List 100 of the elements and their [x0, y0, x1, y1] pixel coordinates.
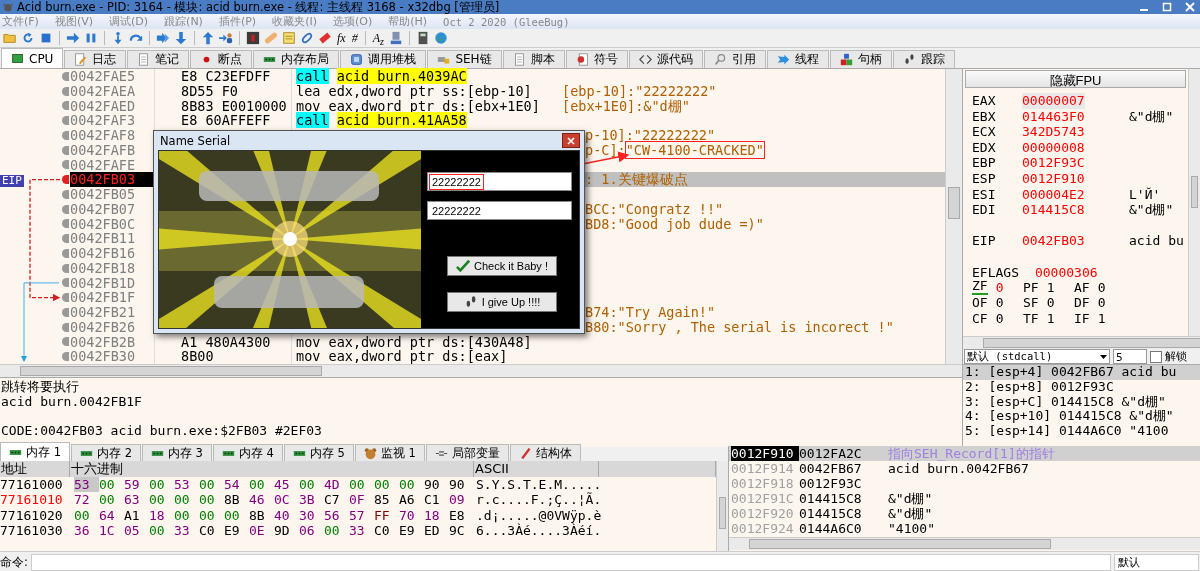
convention-dropdown[interactable]: 默认 (stdcall)	[964, 349, 1110, 364]
tab[interactable]: 监视 1	[354, 444, 425, 461]
stack-comment: acid burn.0042FB67	[887, 461, 1030, 476]
argument-row[interactable]: 4: [esp+10] 014415C8 &"d棚"	[963, 409, 1200, 425]
user-arrow-icon[interactable]	[219, 31, 233, 45]
note-icon[interactable]	[282, 31, 296, 45]
toolbar-button[interactable]: #	[349, 30, 360, 46]
scrollbar[interactable]	[1188, 69, 1200, 336]
folder-icon[interactable]	[3, 31, 17, 45]
tab[interactable]: 内存 1	[0, 442, 70, 461]
hex-byte: 90	[449, 477, 466, 493]
flag-value[interactable]: 1	[1097, 310, 1106, 326]
register-value[interactable]: 000004E2	[1022, 186, 1085, 203]
argument-row[interactable]: 5: [esp+14] 0144A6C0 "4100	[963, 424, 1200, 439]
register-value[interactable]: 00000008	[1022, 139, 1085, 156]
flag-value[interactable]: 0	[1097, 280, 1106, 296]
command-label: 命令:	[0, 555, 28, 570]
tab[interactable]: 线程	[766, 50, 829, 68]
tile-icon[interactable]	[246, 31, 260, 45]
tab[interactable]: 断点	[190, 50, 253, 68]
ascii-text: r.c....F.;Ç..¦Ã.	[475, 492, 599, 508]
argument-row[interactable]: 3: [esp+C] 014415C8 &"d棚"	[963, 394, 1200, 410]
hex-byte: 4D	[324, 477, 341, 493]
scrollbar[interactable]	[729, 537, 1200, 550]
toolbar-button[interactable]: fx	[335, 30, 348, 46]
flag-value[interactable]: 0	[995, 310, 1004, 326]
ascii-text: S.Y.S.T.E.M.....	[475, 477, 599, 492]
restart-icon[interactable]	[21, 31, 35, 45]
dialog-button[interactable]: I give Up !!!!	[447, 292, 557, 312]
tab[interactable]: 句柄	[829, 50, 892, 68]
tab[interactable]: 内存 4	[212, 444, 283, 461]
flag-value[interactable]: 1	[1046, 280, 1055, 296]
flag-value[interactable]: 0	[995, 280, 1004, 296]
text-field[interactable]: 22222222	[427, 201, 572, 220]
down-arrow-icon[interactable]	[174, 31, 188, 45]
up-arrow-icon[interactable]	[201, 31, 215, 45]
hex-byte: 45	[274, 477, 291, 493]
text-field[interactable]: 22222222	[427, 172, 572, 191]
register-value[interactable]: 014463F0	[1022, 108, 1085, 125]
tab[interactable]: 源代码	[628, 50, 703, 68]
globe-icon[interactable]	[433, 31, 448, 45]
register-name: ESI	[972, 186, 997, 203]
unlock-checkbox[interactable]	[1150, 350, 1162, 363]
scrollbar[interactable]	[963, 336, 1200, 349]
tab[interactable]: 符号	[565, 50, 628, 68]
register-value[interactable]: 00000306	[1034, 264, 1098, 281]
flag-name: DF	[1074, 295, 1090, 311]
hex-byte: 00	[224, 507, 241, 523]
paperclip-icon[interactable]	[300, 31, 314, 45]
argument-row[interactable]: 1: [esp+4] 0042FB67 acid bu	[963, 365, 1200, 380]
close-button[interactable]	[562, 133, 580, 148]
register-value[interactable]: 0042FB03	[1022, 233, 1085, 249]
tab[interactable]: 日志	[64, 50, 127, 68]
argument-row[interactable]: 2: [esp+8] 0012F93C	[963, 379, 1200, 395]
register-value[interactable]: 014415C8	[1022, 202, 1085, 218]
flag-value[interactable]: 1	[1046, 310, 1055, 326]
tab[interactable]: SEH链	[427, 50, 502, 68]
pen-icon	[518, 446, 532, 460]
hex-byte: 0F	[349, 492, 366, 508]
pause-icon[interactable]	[84, 31, 98, 45]
fpu-toggle-button[interactable]: 隐藏FPU	[965, 70, 1186, 88]
scrollbar[interactable]	[945, 69, 962, 364]
tab[interactable]: 内存布局	[253, 50, 340, 68]
flag-value[interactable]: 0	[1097, 295, 1106, 311]
tab[interactable]: 脚本	[502, 50, 565, 68]
tab[interactable]: 跟踪	[892, 50, 955, 68]
column-header[interactable]: 地址	[0, 461, 70, 477]
hex-byte: 33	[174, 522, 191, 539]
tab[interactable]: 笔记	[127, 50, 190, 68]
flag-value[interactable]: 0	[1046, 295, 1055, 311]
double-arrow-icon[interactable]	[156, 31, 170, 45]
column-header[interactable]: ASCII	[474, 461, 599, 477]
argument-count-field[interactable]: 5	[1113, 349, 1147, 364]
tab[interactable]: CPU	[1, 48, 64, 68]
right-arrow-icon[interactable]	[66, 31, 80, 45]
annotated-string: "CW-4100-CRACKED"	[625, 141, 764, 158]
flag-name: SF	[1023, 295, 1039, 311]
flag-value[interactable]: 0	[995, 295, 1004, 311]
hex-byte: C0	[199, 522, 216, 539]
tab[interactable]: 内存 5	[283, 444, 354, 461]
register-value[interactable]: 342D5743	[1022, 124, 1085, 140]
dialog-button[interactable]: Check it Baby !	[447, 256, 557, 276]
device-icon[interactable]	[388, 31, 403, 45]
mode-dropdown[interactable]: 默认	[1114, 554, 1199, 571]
tab[interactable]: 局部变量	[425, 444, 509, 461]
command-field[interactable]	[30, 554, 1111, 571]
tab[interactable]: 调用堆栈	[340, 50, 427, 68]
maximize-icon[interactable]	[1162, 2, 1172, 12]
toolbar-button[interactable]: A$_{z}$	[370, 30, 386, 46]
scrollbar[interactable]	[0, 364, 962, 377]
tab[interactable]: 引用	[703, 50, 766, 68]
address: 77161010	[0, 492, 64, 508]
scrollbar[interactable]	[716, 461, 728, 551]
register-value[interactable]: 0012F910	[1022, 170, 1085, 187]
tab[interactable]: 内存 2	[71, 444, 141, 461]
register-value[interactable]: 0012F93C	[1022, 155, 1085, 171]
tab[interactable]: 内存 3	[141, 444, 212, 461]
tab[interactable]: 结构体	[509, 444, 581, 461]
stop-icon[interactable]	[39, 31, 53, 45]
close-icon[interactable]	[1185, 2, 1195, 12]
